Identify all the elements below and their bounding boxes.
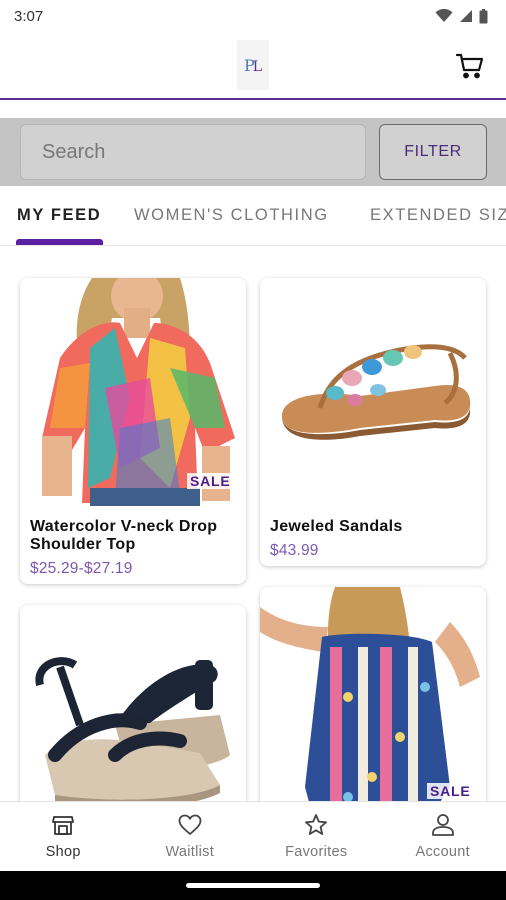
- heart-icon: [177, 812, 203, 838]
- nav-label: Favorites: [285, 844, 348, 860]
- search-input[interactable]: [20, 124, 366, 180]
- tab-extended-sizes[interactable]: EXTENDED SIZES: [370, 206, 506, 225]
- product-image: [20, 278, 246, 506]
- product-title: Watercolor V-neck Drop Shoulder Top: [30, 518, 218, 553]
- product-card[interactable]: SALE: [260, 587, 486, 825]
- app-header: PL: [0, 32, 506, 100]
- product-card[interactable]: Jeweled Sandals $43.99: [260, 278, 486, 566]
- status-bar: 3:07: [0, 0, 506, 32]
- sale-badge: SALE: [427, 783, 474, 799]
- shop-icon: [50, 812, 76, 838]
- nav-label: Waitlist: [165, 844, 215, 860]
- signal-icon: [460, 10, 472, 22]
- status-time: 3:07: [14, 7, 44, 25]
- search-bar: FILTER: [0, 118, 506, 186]
- sale-badge: SALE: [187, 473, 234, 489]
- home-gesture-handle[interactable]: [186, 883, 320, 888]
- product-card[interactable]: [20, 605, 246, 825]
- status-icons: [435, 8, 488, 24]
- product-price: $43.99: [270, 542, 319, 559]
- tab-womens-clothing[interactable]: WOMEN'S CLOTHING: [134, 206, 329, 225]
- logo-text: PL: [243, 55, 263, 75]
- active-tab-indicator: [16, 239, 103, 245]
- system-navigation-bar: [0, 871, 506, 900]
- account-icon: [430, 812, 456, 838]
- tab-my-feed[interactable]: MY FEED: [17, 206, 101, 225]
- product-card[interactable]: SALE Watercolor V-neck Drop Shoulder Top…: [20, 278, 246, 584]
- nav-label: Shop: [45, 844, 81, 860]
- product-price: $25.29-$27.19: [30, 560, 133, 577]
- brand-logo[interactable]: PL: [237, 40, 269, 90]
- nav-account[interactable]: Account: [380, 802, 506, 871]
- nav-shop[interactable]: Shop: [0, 802, 127, 871]
- cart-button[interactable]: [452, 48, 488, 84]
- star-icon: [303, 812, 329, 838]
- nav-waitlist[interactable]: Waitlist: [127, 802, 254, 871]
- bottom-navigation: Shop Waitlist Favorites Account: [0, 801, 506, 871]
- product-title: Jeweled Sandals: [270, 518, 403, 535]
- wifi-icon: [435, 9, 453, 22]
- product-image: [260, 278, 486, 506]
- nav-label: Account: [415, 844, 470, 860]
- category-tabs: MY FEED WOMEN'S CLOTHING EXTENDED SIZES: [0, 190, 506, 246]
- cart-icon: [456, 53, 484, 79]
- battery-icon: [479, 8, 488, 23]
- filter-button[interactable]: FILTER: [379, 124, 487, 180]
- nav-favorites[interactable]: Favorites: [253, 802, 380, 871]
- product-image: [20, 605, 246, 825]
